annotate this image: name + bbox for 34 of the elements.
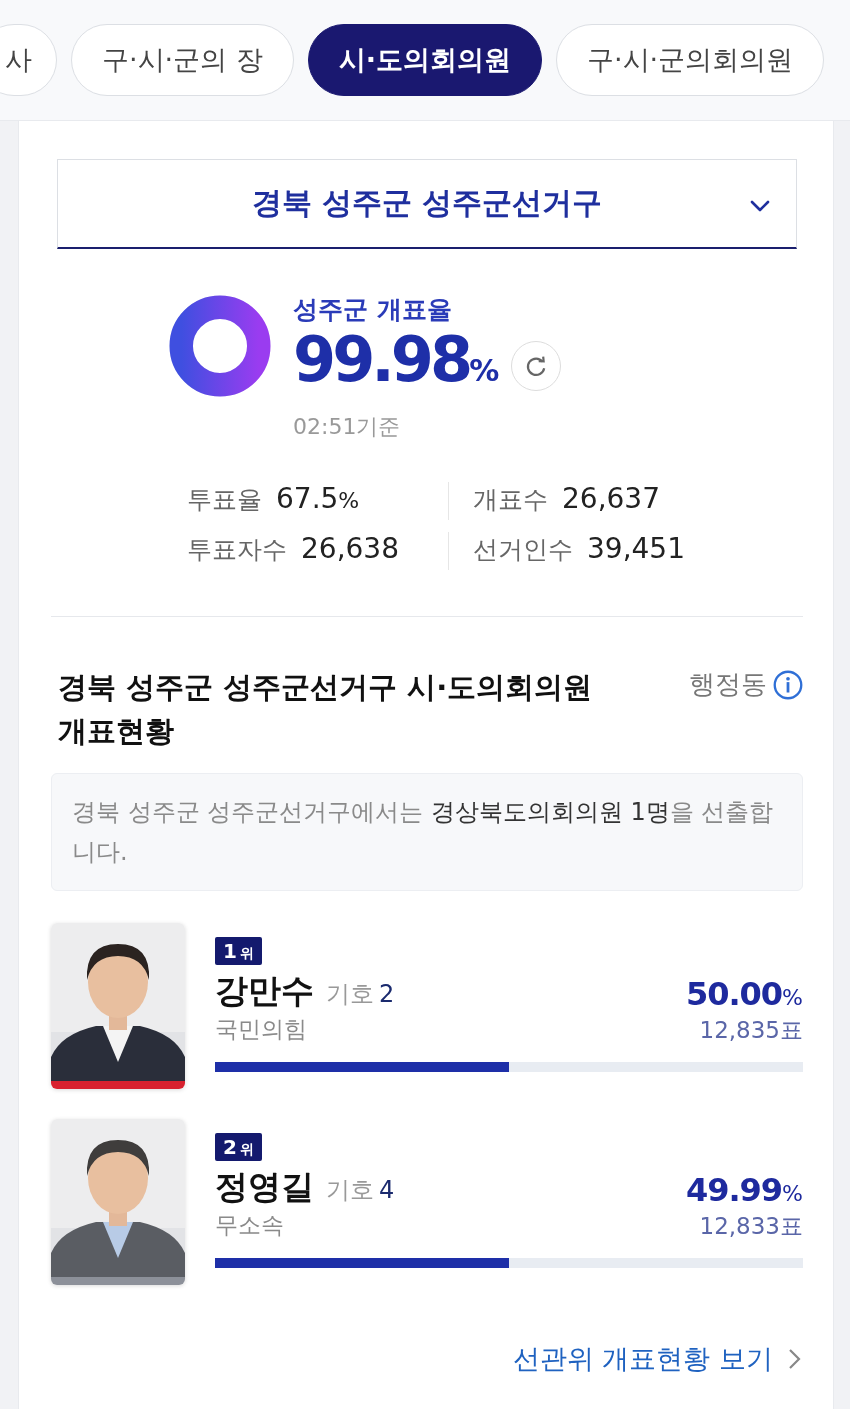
stat-label: 투표자수: [187, 534, 287, 566]
stat-value: 26,637: [562, 482, 660, 515]
candidate-name: 강만수: [215, 970, 314, 1012]
party-name: 무소속: [215, 1211, 285, 1240]
rank-badge: 2 위: [215, 1133, 262, 1161]
stat-label: 투표율: [187, 484, 262, 516]
vote-share: 50.00%: [685, 975, 803, 1013]
info-icon: [773, 669, 803, 700]
progress-value: 99.98%: [293, 325, 500, 398]
update-time: 02:51기준: [293, 413, 402, 441]
rank-badge: 1 위: [215, 937, 262, 965]
stat-value: 67.5%: [276, 482, 360, 515]
stat-label: 개표수: [473, 484, 548, 516]
ballot-number: 기호 2: [326, 979, 395, 1010]
candidate-name: 정영길: [215, 1166, 314, 1208]
district-filter-button[interactable]: 행정동: [689, 667, 803, 702]
chevron-right-icon: [787, 1348, 801, 1370]
stat-label: 선거인수: [473, 534, 573, 566]
vote-count: 12,833표: [698, 1212, 803, 1241]
tab[interactable]: 사: [0, 24, 57, 96]
vote-share: 49.99%: [685, 1171, 803, 1209]
tab[interactable]: 구·시·군의회의원: [556, 24, 825, 96]
ballot-number: 기호 4: [326, 1175, 395, 1206]
stat-value: 26,638: [301, 532, 399, 565]
vote-count: 12,835표: [698, 1016, 803, 1045]
tab[interactable]: 구·시·군의 장: [71, 24, 294, 96]
party-name: 국민의힘: [215, 1015, 308, 1044]
results-link[interactable]: 선관위 개표현황 보기: [512, 1341, 773, 1377]
section-title: 경북 성주군 성주군선거구 시·도의회의원 개표현황: [58, 669, 594, 750]
stat-value: 39,451: [587, 532, 685, 565]
district-dropdown[interactable]: 경북 성주군 성주군선거구: [57, 159, 797, 249]
progress-label: 성주군 개표율: [293, 295, 453, 325]
notice-text: 경북 성주군 성주군선거구에서는 경상북도의회의원 1명을 선출합니다.: [51, 773, 803, 891]
tab[interactable]: 시·도의회의원: [307, 24, 542, 96]
